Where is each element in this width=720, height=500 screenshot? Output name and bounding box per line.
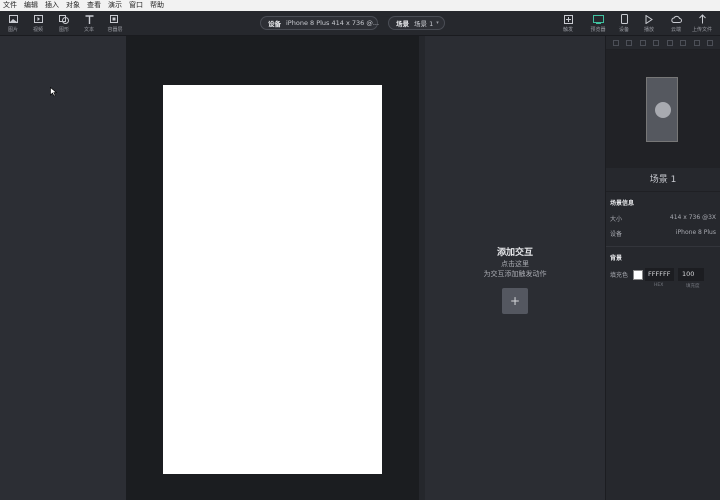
text-icon	[85, 13, 94, 25]
size-row: 大小 414 x 736 @3X	[606, 211, 720, 226]
device-row-value: iPhone 8 Plus	[675, 229, 716, 236]
cloud-icon	[670, 13, 682, 25]
upload-label: 上传文件	[691, 27, 712, 33]
image-icon	[8, 13, 18, 25]
add-interaction-button[interactable]: +	[502, 288, 528, 314]
shape-tool-label: 图形	[58, 27, 69, 33]
align-center-icon[interactable]	[626, 39, 633, 46]
toolbar: 图片 视频 图形 文本 容器层 设备 iPhone 8 Plus 414 x 7…	[0, 11, 720, 36]
container-tool-button[interactable]: 容器层	[103, 13, 127, 35]
fill-label: 填充色	[610, 272, 629, 279]
fill-row: 填充色 FFFFFF 100	[606, 266, 720, 283]
text-tool-label: 文本	[83, 27, 94, 33]
play-button[interactable]: 播放	[637, 13, 661, 35]
image-tool-label: 图片	[7, 27, 18, 33]
menu-file[interactable]: 文件	[3, 0, 17, 11]
add-interaction-title: 添加交互	[496, 248, 533, 258]
previewer-icon	[592, 13, 604, 25]
text-tool-button[interactable]: 文本	[77, 13, 101, 35]
chevron-down-icon: ▾	[436, 20, 439, 26]
background-title: 背景	[610, 255, 623, 262]
opacity-sub-label: 填充度	[686, 284, 700, 289]
image-tool-button[interactable]: 图片	[1, 13, 25, 35]
scene-thumbnail[interactable]	[606, 50, 720, 168]
device-row: 设备 iPhone 8 Plus	[606, 226, 720, 241]
fill-opacity-input[interactable]: 100	[678, 268, 705, 281]
fill-color-swatch[interactable]	[633, 269, 644, 280]
add-interaction-hint-1: 点击这里	[501, 260, 529, 268]
hex-sub-label: HEX	[654, 283, 664, 288]
align-top-icon[interactable]	[653, 39, 660, 46]
device-row-label: 设备	[610, 231, 623, 238]
device-selector-label: 设备	[268, 20, 281, 28]
menu-bar: 文件 编辑 插入 对象 查看 演示 窗口 帮助	[0, 0, 720, 11]
play-icon	[645, 13, 653, 25]
play-label: 播放	[643, 27, 654, 33]
device-selector[interactable]: 设备 iPhone 8 Plus 414 x 736 @...	[260, 16, 380, 30]
video-tool-label: 视频	[32, 27, 43, 33]
align-bottom-icon[interactable]	[680, 39, 687, 46]
upload-button[interactable]: 上传文件	[690, 13, 714, 35]
thumbnail-screen	[646, 77, 678, 142]
container-icon	[109, 13, 121, 25]
menu-present[interactable]: 演示	[108, 0, 122, 11]
device-button[interactable]: 设备	[612, 13, 636, 35]
previewer-button[interactable]: 预览器	[586, 13, 610, 35]
device-selector-value: iPhone 8 Plus 414 x 736 @...	[286, 19, 380, 27]
video-icon	[33, 13, 43, 25]
distribute-v-icon[interactable]	[707, 39, 714, 46]
mouse-cursor-icon	[50, 87, 57, 97]
menu-window[interactable]: 窗口	[129, 0, 143, 11]
trigger-button[interactable]: 触发	[556, 13, 580, 35]
scene-selector-label: 场景	[396, 20, 409, 28]
align-middle-icon[interactable]	[666, 39, 673, 46]
scene-selector-value: 场景 1	[414, 20, 434, 28]
size-label: 大小	[610, 216, 623, 223]
upload-icon	[698, 13, 707, 25]
layers-panel[interactable]	[0, 36, 126, 500]
artboard[interactable]	[163, 85, 382, 474]
size-value: 414 x 736 @3X	[669, 214, 716, 221]
scene-selector[interactable]: 场景 场景 1 ▾	[388, 16, 445, 30]
shape-icon	[58, 13, 70, 25]
cloud-label: 云端	[670, 27, 681, 33]
menu-insert[interactable]: 插入	[45, 0, 59, 11]
menu-object[interactable]: 对象	[66, 0, 80, 11]
previewer-label: 预览器	[590, 27, 606, 33]
distribute-h-icon[interactable]	[693, 39, 700, 46]
scene-info-title: 场景信息	[610, 200, 635, 207]
container-tool-label: 容器层	[107, 27, 123, 33]
trigger-icon	[563, 13, 573, 25]
fill-sub-labels: HEX 填充度	[606, 283, 720, 289]
menu-help[interactable]: 帮助	[150, 0, 164, 11]
scene-name: 场景 1	[606, 168, 720, 192]
add-interaction-hint-2: 为交互添加触发动作	[483, 270, 547, 278]
shape-tool-button[interactable]: 图形	[52, 13, 76, 35]
menu-edit[interactable]: 编辑	[24, 0, 38, 11]
thumbnail-globe-icon	[655, 102, 671, 118]
menu-view[interactable]: 查看	[87, 0, 101, 11]
align-toolbar	[606, 36, 720, 50]
canvas-area[interactable]	[126, 36, 419, 500]
align-right-icon[interactable]	[639, 39, 646, 46]
fill-hex-input[interactable]: FFFFFF	[645, 268, 675, 281]
trigger-label: 触发	[562, 27, 573, 33]
cloud-button[interactable]: 云端	[664, 13, 688, 35]
video-tool-button[interactable]: 视频	[26, 13, 50, 35]
device-icon	[620, 13, 628, 25]
inspector-panel: 场景 1 场景信息 大小 414 x 736 @3X 设备 iPhone 8 P…	[605, 36, 720, 500]
device-label: 设备	[618, 27, 629, 33]
align-left-icon[interactable]	[612, 39, 619, 46]
interaction-panel: 添加交互 点击这里 为交互添加触发动作 +	[419, 36, 605, 500]
